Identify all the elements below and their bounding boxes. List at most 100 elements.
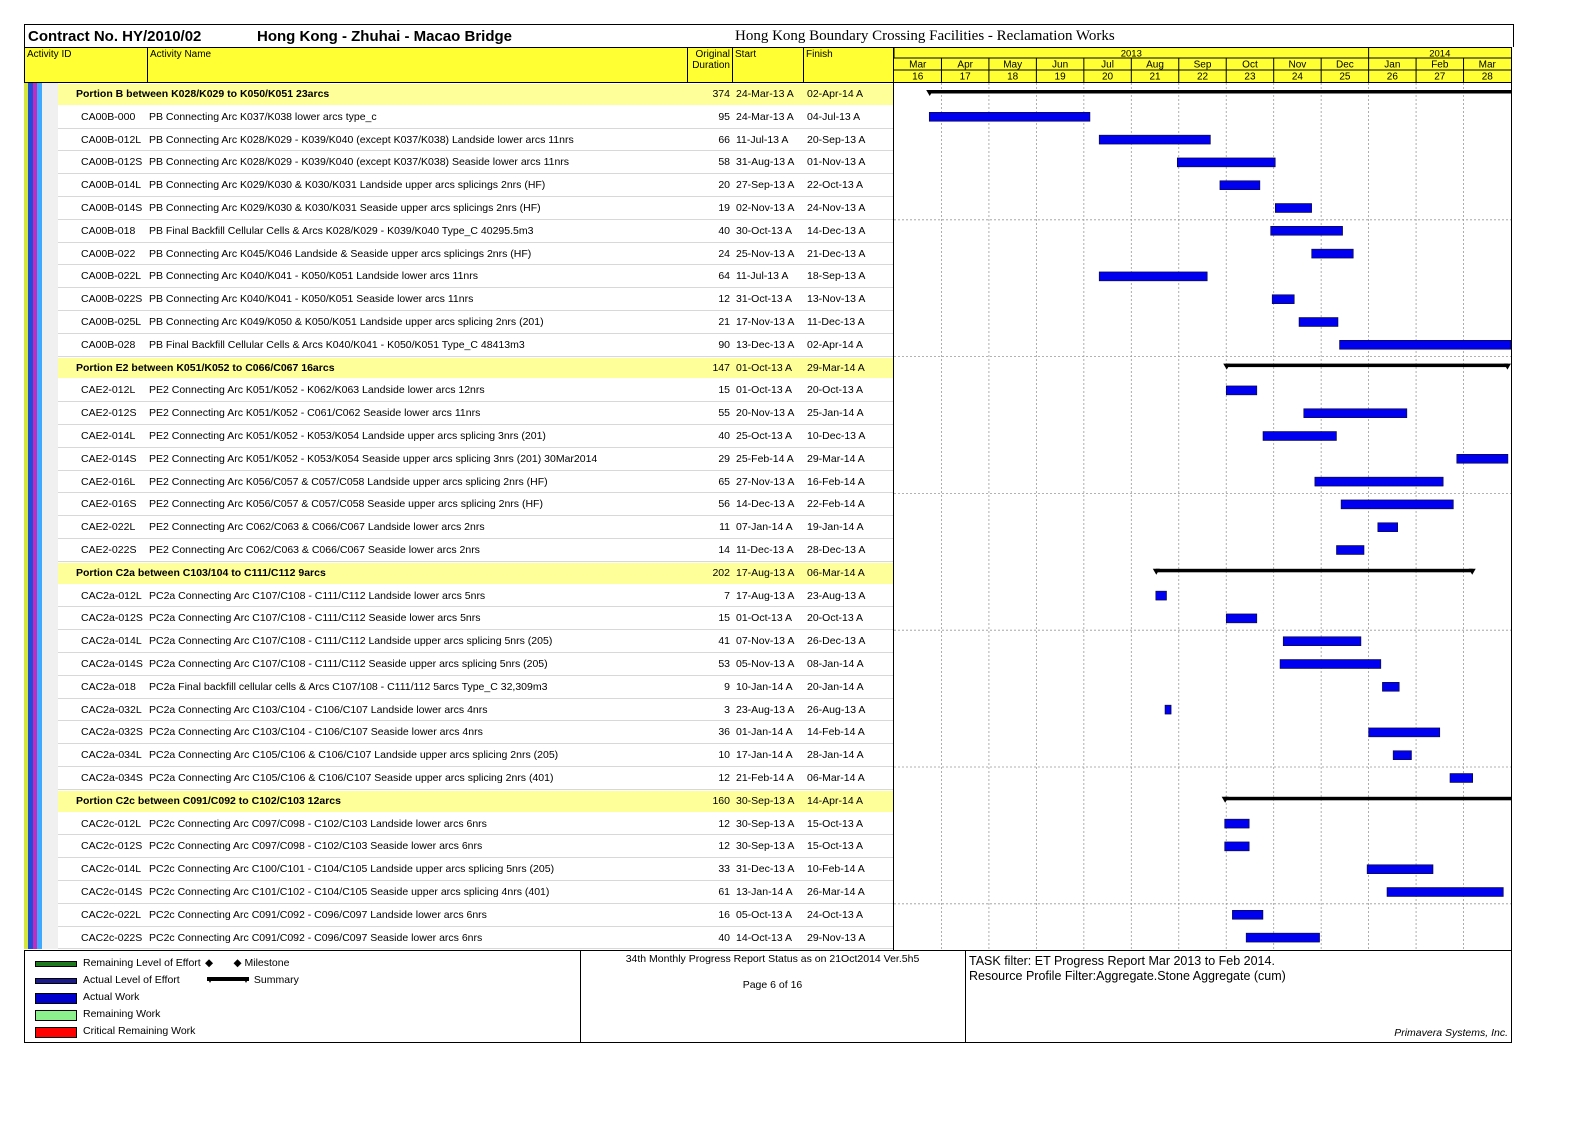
legend-swatch xyxy=(35,1010,77,1021)
column-header-finish[interactable]: Finish xyxy=(803,47,894,83)
activity-start: 27-Sep-13 A xyxy=(736,179,795,192)
activity-start: 31-Oct-13 A xyxy=(736,293,793,306)
activity-finish: 15-Oct-13 A xyxy=(807,840,864,853)
wbs-stripes xyxy=(24,83,58,106)
activity-duration: 64 xyxy=(718,270,730,283)
wbs-stripes xyxy=(24,151,58,175)
group-row[interactable]: Portion C2c between C091/C092 to C102/C1… xyxy=(24,789,894,813)
activity-id: CAC2a-012S xyxy=(81,612,143,625)
table-row[interactable]: CA00B-014S PB Connecting Arc K029/K030 & … xyxy=(24,197,894,220)
table-row[interactable]: CAC2a-032S PC2a Connecting Arc C103/C104 … xyxy=(24,721,894,745)
table-row[interactable]: CA00B-000 PB Connecting Arc K037/K038 low… xyxy=(24,105,894,129)
column-header-duration[interactable]: Original Duration xyxy=(687,47,733,83)
wbs-stripes xyxy=(24,128,58,152)
table-row[interactable]: CA00B-012S PB Connecting Arc K028/K029 - … xyxy=(24,151,894,175)
activity-duration: 40 xyxy=(718,931,730,944)
table-row[interactable]: CA00B-022S PB Connecting Arc K040/K041 - … xyxy=(24,288,894,311)
month-label: Jul xyxy=(1101,60,1114,71)
group-row[interactable]: Portion B between K028/K029 to K050/K051… xyxy=(24,83,894,106)
period-label: 18 xyxy=(1007,72,1019,83)
activity-name: PB Connecting Arc K029/K030 & K030/K031 … xyxy=(149,202,541,214)
activity-start: 25-Nov-13 A xyxy=(736,247,795,260)
table-row[interactable]: CAE2-022S PE2 Connecting Arc C062/C063 & … xyxy=(24,539,894,562)
table-row[interactable]: CAC2c-022S PC2c Connecting Arc C091/C092 … xyxy=(24,926,894,950)
period-label: 17 xyxy=(960,72,972,83)
activity-duration: 36 xyxy=(718,726,730,739)
table-row[interactable]: CAC2a-034L PC2a Connecting Arc C105/C106 … xyxy=(24,744,894,767)
activity-bar xyxy=(1279,659,1382,669)
table-row[interactable]: CAC2a-032L PC2a Connecting Arc C103/C104 … xyxy=(24,698,894,722)
activity-name: PC2a Connecting Arc C107/C108 - C111/C11… xyxy=(149,589,486,602)
table-row[interactable]: CAC2c-014S PC2c Connecting Arc C101/C102 … xyxy=(24,881,894,904)
wbs-stripe xyxy=(42,584,58,608)
summary-bar xyxy=(1224,796,1511,801)
activity-name: PC2c Connecting Arc C097/C098 - C102/C10… xyxy=(149,840,483,853)
activity-start: 27-Nov-13 A xyxy=(736,475,795,488)
table-row[interactable]: CAC2c-022L PC2c Connecting Arc C091/C092 … xyxy=(24,903,894,927)
table-row[interactable]: CAE2-012L PE2 Connecting Arc K051/K052 - … xyxy=(24,379,894,403)
table-row[interactable]: CAE2-014L PE2 Connecting Arc K051/K052 - … xyxy=(24,425,894,448)
table-row[interactable]: CA00B-014L PB Connecting Arc K029/K030 & … xyxy=(24,174,894,197)
table-row[interactable]: CAC2c-012L PC2c Connecting Arc C097/C098 … xyxy=(24,812,894,836)
activity-id: CA00B-014S xyxy=(81,202,143,214)
group-row[interactable]: Portion C2a between C103/104 to C111/C11… xyxy=(24,561,894,585)
wbs-stripes xyxy=(24,516,58,539)
timescale-svg: 2013 2014Mar16Apr17May18Jun19Jul20Aug21Se… xyxy=(894,48,1511,82)
table-row[interactable]: CA00B-028 PB Final Backfill Cellular Cell… xyxy=(24,333,894,357)
table-row[interactable]: CAC2a-018 PC2a Final backfill cellular ce… xyxy=(24,675,894,699)
activity-duration: 33 xyxy=(718,863,730,876)
activity-start: 05-Nov-13 A xyxy=(736,658,795,670)
activity-duration: 12 xyxy=(718,840,730,853)
activity-start: 07-Jan-14 A xyxy=(736,521,793,534)
period-label: 23 xyxy=(1244,72,1256,83)
activity-finish: 24-Nov-13 A xyxy=(807,202,866,214)
table-row[interactable]: CAC2a-034S PC2a Connecting Arc C105/C106 … xyxy=(24,767,894,790)
table-row[interactable]: CAE2-012S PE2 Connecting Arc K051/K052 - … xyxy=(24,402,894,425)
activity-name: PE2 Connecting Arc K051/K052 - C061/C062… xyxy=(149,407,481,420)
table-row[interactable]: CAC2a-012L PC2a Connecting Arc C107/C108 … xyxy=(24,584,894,608)
wbs-stripe xyxy=(42,197,58,220)
table-row[interactable]: CA00B-022L PB Connecting Arc K040/K041 - … xyxy=(24,265,894,289)
table-row[interactable]: CA00B-025L PB Connecting Arc K049/K050 & … xyxy=(24,311,894,334)
gantt-chart xyxy=(893,83,1512,950)
table-row[interactable]: CAC2a-012S PC2a Connecting Arc C107/C108 … xyxy=(24,607,894,631)
table-row[interactable]: CAC2c-012S PC2c Connecting Arc C097/C098 … xyxy=(24,835,894,859)
table-row[interactable]: CA00B-012L PB Connecting Arc K028/K029 - … xyxy=(24,128,894,152)
activity-bar xyxy=(1366,864,1434,874)
activity-name: PB Connecting Arc K029/K030 & K030/K031 … xyxy=(149,179,546,192)
table-row[interactable]: CAC2c-014L PC2c Connecting Arc C100/C101 … xyxy=(24,858,894,881)
table-row[interactable]: CAC2a-014S PC2a Connecting Arc C107/C108 … xyxy=(24,653,894,676)
activity-finish: 28-Jan-14 A xyxy=(807,749,864,762)
activity-finish: 14-Dec-13 A xyxy=(807,224,866,237)
wbs-stripes xyxy=(24,881,58,904)
activity-start: 01-Oct-13 A xyxy=(736,612,793,625)
activity-name: Portion E2 between K051/K052 to C066/C06… xyxy=(76,361,335,374)
group-row[interactable]: Portion E2 between K051/K052 to C066/C06… xyxy=(24,356,894,380)
project-name: Hong Kong - Zhuhai - Macao Bridge xyxy=(257,28,512,45)
activity-id: CA00B-000 xyxy=(81,110,136,123)
activity-id: CA00B-022S xyxy=(81,293,143,306)
duration-label-line2: Duration xyxy=(692,60,730,71)
table-row[interactable]: CAC2a-014L PC2a Connecting Arc C107/C108 … xyxy=(24,630,894,653)
activity-finish: 20-Oct-13 A xyxy=(807,384,864,397)
table-row[interactable]: CAE2-016L PE2 Connecting Arc K056/C057 & … xyxy=(24,470,894,494)
activity-id: CA00B-012L xyxy=(81,133,142,146)
column-header-start[interactable]: Start xyxy=(732,47,804,83)
wbs-stripe xyxy=(42,767,58,790)
activity-name: PC2a Connecting Arc C103/C104 - C106/C10… xyxy=(149,703,488,716)
table-row[interactable]: CAE2-014S PE2 Connecting Arc K051/K052 - … xyxy=(24,447,894,471)
column-header-activity-id[interactable]: Activity ID xyxy=(24,47,148,83)
wbs-stripes xyxy=(24,447,58,471)
table-row[interactable]: CAE2-016S PE2 Connecting Arc K056/C057 & … xyxy=(24,493,894,517)
activity-id: CA00B-014L xyxy=(81,179,142,192)
wbs-stripes xyxy=(24,858,58,881)
table-row[interactable]: CA00B-022 PB Connecting Arc K045/K046 Lan… xyxy=(24,242,894,266)
activity-name: PC2a Connecting Arc C107/C108 - C111/C11… xyxy=(149,612,481,625)
table-row[interactable]: CA00B-018 PB Final Backfill Cellular Cell… xyxy=(24,219,894,243)
activity-duration: 40 xyxy=(718,224,730,237)
column-header-activity-name[interactable]: Activity Name xyxy=(147,47,688,83)
table-row[interactable]: CAE2-022L PE2 Connecting Arc C062/C063 & … xyxy=(24,516,894,539)
activity-start: 14-Oct-13 A xyxy=(736,931,793,944)
activity-id: CAE2-012S xyxy=(81,407,137,420)
wbs-stripe xyxy=(42,402,58,425)
